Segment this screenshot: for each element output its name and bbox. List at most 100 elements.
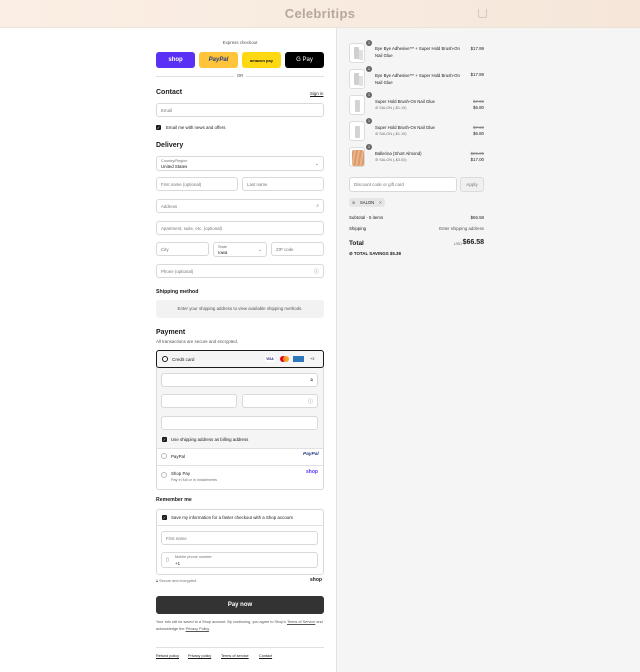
cart-item-discount-text: SALON (-$3.00): [379, 158, 407, 162]
paypal-express-button[interactable]: PayPal: [199, 52, 238, 68]
contact-link[interactable]: Contact: [259, 654, 272, 658]
subtotal-value: $66.58: [470, 215, 484, 220]
refund-policy-link[interactable]: Refund policy: [156, 654, 179, 658]
subtotal-label: Subtotal · 5 items: [349, 215, 384, 220]
country-label: Country/Region: [161, 158, 188, 163]
cart-item-price: $6.80: [473, 105, 484, 110]
shop-terms-link[interactable]: Terms of Service: [287, 620, 315, 624]
billing-address-checkbox[interactable]: ✓: [162, 437, 167, 442]
help-icon[interactable]: ⓘ: [314, 268, 319, 275]
shop-pay-express-button[interactable]: shop: [156, 52, 195, 68]
credit-card-option[interactable]: Credit card VISA +3: [156, 350, 324, 368]
phone-field[interactable]: Phone (optional) ⓘ: [156, 264, 324, 278]
state-label: State: [218, 244, 227, 249]
cart-item-name: Bye Bye Adhesive™ + Super Hold Brush-On …: [375, 46, 460, 58]
name-on-card-field[interactable]: [161, 416, 318, 430]
divider: [157, 525, 323, 526]
cart-item-original-price: $7.99: [473, 125, 484, 130]
cart-item-price: $17.99: [470, 72, 484, 77]
first-name-field[interactable]: First name (optional): [156, 177, 238, 191]
store-logo[interactable]: Celebritips: [0, 6, 640, 21]
city-placeholder: City: [161, 247, 169, 253]
security-code-field[interactable]: ⓘ: [242, 394, 318, 408]
remember-first-name-placeholder: First name: [166, 536, 187, 542]
expiration-date-field[interactable]: [161, 394, 237, 408]
sign-in-link[interactable]: Sign in: [310, 91, 323, 96]
state-select[interactable]: State Iowa ⌄: [213, 242, 267, 257]
address-placeholder: Address: [161, 204, 178, 210]
country-select[interactable]: Country/Region United States ⌄: [156, 156, 324, 171]
shipping-label: Shipping: [349, 226, 367, 231]
cart-item-discount: ⊘ SALON (-$1.19): [375, 132, 407, 136]
divider: [157, 448, 323, 449]
chevron-down-icon: ⌄: [314, 161, 319, 167]
mastercard-icon: [279, 356, 289, 362]
shop-logo: shop: [310, 577, 322, 583]
total-savings-text: TOTAL SAVINGS $5.38: [353, 251, 401, 256]
divider: [157, 465, 323, 466]
first-name-placeholder: First name (optional): [161, 182, 202, 188]
product-thumbnail: [349, 95, 365, 115]
shop-pay-option-label[interactable]: Shop Pay: [171, 471, 190, 476]
news-checkbox[interactable]: ✓: [156, 125, 161, 130]
city-field[interactable]: City: [156, 242, 209, 256]
shop-pay-logo: shop: [306, 469, 318, 475]
secure-encrypted-text: Secure and encrypted: [159, 579, 197, 583]
tag-icon: ⊘: [352, 201, 356, 205]
cart-item-price: $17.00: [470, 157, 484, 162]
quantity-badge: 1: [366, 92, 372, 98]
apartment-placeholder: Apartment, suite, etc. (optional): [161, 226, 223, 232]
mobile-phone-label: Mobile phone number: [175, 555, 212, 559]
cart-item-price: $17.99: [470, 46, 484, 51]
amazon-pay-express-button[interactable]: amazon pay: [242, 52, 281, 68]
visa-icon: VISA: [265, 356, 275, 362]
apply-discount-button[interactable]: Apply: [460, 177, 484, 192]
credit-card-radio[interactable]: [162, 356, 168, 362]
currency-label: USD: [454, 242, 463, 246]
remove-discount-icon[interactable]: ×: [379, 200, 382, 205]
cart-item-name: Ballerina (Short Almond): [375, 151, 422, 156]
last-name-placeholder: Last name: [247, 182, 268, 188]
discount-tag-label: SALON: [360, 200, 375, 205]
privacy-policy-link[interactable]: Privacy policy: [188, 654, 211, 658]
quantity-badge: 1: [366, 144, 372, 150]
cart-item-discount: ⊘ SALON (-$3.00): [375, 158, 407, 162]
paypal-radio[interactable]: [161, 453, 167, 459]
help-icon[interactable]: ⓘ: [308, 398, 313, 405]
address-field[interactable]: Address ⌕: [156, 199, 324, 213]
product-thumbnail: [349, 43, 365, 63]
shop-pay-radio[interactable]: [161, 472, 167, 478]
billing-address-label: Use shipping address as billing address: [171, 437, 249, 442]
card-number-field[interactable]: 🔒︎: [161, 373, 318, 387]
shop-privacy-link[interactable]: Privacy Policy: [186, 627, 209, 631]
zip-field[interactable]: ZIP code: [271, 242, 324, 256]
pay-now-button[interactable]: Pay now: [156, 596, 324, 614]
product-thumbnail: [349, 121, 365, 141]
product-thumbnail: [349, 69, 365, 89]
mobile-phone-field[interactable]: ▯ Mobile phone number +1: [161, 552, 318, 568]
last-name-field[interactable]: Last name: [242, 177, 324, 191]
legal-text: Your info will be saved to a Shop accoun…: [156, 619, 324, 632]
discount-tag: ⊘ SALON ×: [349, 198, 385, 207]
discount-code-field[interactable]: Discount code or gift card: [349, 177, 457, 192]
terms-of-service-link[interactable]: Terms of service: [221, 654, 249, 658]
amex-icon: [293, 356, 304, 362]
total-savings: ⊘ TOTAL SAVINGS $5.38: [349, 251, 401, 256]
save-info-checkbox[interactable]: ✓: [162, 515, 167, 520]
google-pay-express-button[interactable]: G Pay: [285, 52, 324, 68]
more-cards-badge: +3: [310, 357, 315, 361]
email-field[interactable]: Email: [156, 103, 324, 117]
cart-item-original-price: $7.99: [473, 99, 484, 104]
cart-item-discount-text: SALON (-$1.19): [379, 106, 407, 110]
save-info-label: Save my information for a faster checkou…: [171, 515, 293, 520]
paypal-option-label[interactable]: PayPal: [171, 454, 185, 459]
lock-icon: 🔒︎: [310, 377, 313, 383]
apartment-field[interactable]: Apartment, suite, etc. (optional): [156, 221, 324, 235]
state-value: Iowa: [218, 250, 228, 255]
zip-placeholder: ZIP code: [276, 247, 294, 253]
news-checkbox-label: Email me with news and offers: [166, 125, 226, 130]
total-value: $66.58: [462, 239, 484, 246]
cart-item-original-price: $20.00: [470, 151, 484, 156]
remember-first-name-field[interactable]: First name: [161, 531, 318, 545]
cart-icon[interactable]: [478, 9, 487, 18]
